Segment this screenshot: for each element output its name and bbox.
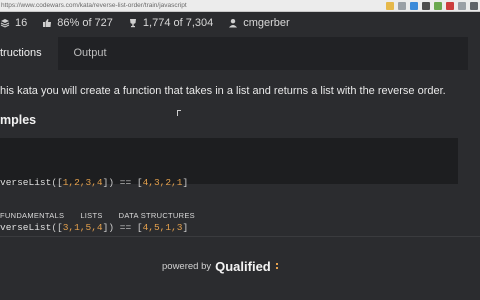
completed-count: 1,774 of 7,304	[142, 17, 214, 29]
satisfaction-rate: 86% of 727	[57, 17, 113, 29]
layers-icon	[0, 19, 10, 28]
url-text[interactable]: https://www.codewars.com/kata/reverse-li…	[1, 1, 201, 11]
input-list: 1,2,3,4	[62, 177, 103, 188]
kata-stats: 16 86% of 727 1,774 of 7,304 cmgerber	[0, 12, 480, 34]
code-line-1: verseList([1,2,3,4]) == [4,3,2,1]	[0, 177, 189, 188]
tag-fundamentals[interactable]: FUNDAMENTALS	[0, 210, 64, 222]
powered-by-footer[interactable]: powered by Qualified	[162, 257, 278, 275]
mouse-cursor-icon	[177, 110, 181, 116]
code-example-block: verseList([1,2,3,4]) == [4,3,2,1] verseL…	[0, 138, 458, 233]
tag-lists[interactable]: LISTS	[80, 210, 102, 222]
tab-instructions[interactable]: tructions	[0, 37, 58, 70]
extension-icon[interactable]	[458, 2, 466, 10]
author-name[interactable]: cmgerber	[243, 17, 289, 29]
extension-icons	[386, 2, 478, 10]
solutions-stat: 16	[0, 17, 27, 29]
output-list: 4,5,1,3	[142, 222, 183, 233]
menu-icon[interactable]	[470, 2, 478, 10]
author-stat[interactable]: cmgerber	[228, 17, 290, 29]
trophy-icon	[129, 19, 136, 28]
thumbs-up-icon	[43, 19, 52, 27]
browser-address-bar[interactable]: https://www.codewars.com/kata/reverse-li…	[0, 0, 480, 12]
completed-stat: 1,774 of 7,304	[128, 17, 213, 29]
input-list: 3,1,5,4	[62, 222, 103, 233]
powered-by-label: powered by	[162, 260, 212, 272]
divider	[0, 236, 480, 237]
tag-data-structures[interactable]: DATA STRUCTURES	[119, 210, 195, 222]
kata-description: his kata you will create a function that…	[0, 85, 446, 97]
extension-icon[interactable]	[434, 2, 442, 10]
qualified-logo[interactable]: Qualified	[215, 259, 271, 274]
examples-heading: mples	[0, 113, 37, 127]
solutions-count: 16	[15, 17, 28, 29]
kata-tabs: tructions Output	[0, 37, 468, 70]
function-name: verseList	[0, 222, 52, 233]
extension-icon[interactable]	[386, 2, 394, 10]
kata-tags: FUNDAMENTALS LISTS DATA STRUCTURES	[0, 210, 195, 222]
extension-icon[interactable]	[446, 2, 454, 10]
tab-output[interactable]: Output	[58, 37, 122, 70]
output-list: 4,3,2,1	[142, 177, 183, 188]
function-name: verseList	[0, 177, 52, 188]
code-line-2: verseList([3,1,5,4]) == [4,5,1,3]	[0, 222, 189, 233]
extension-icon[interactable]	[410, 2, 418, 10]
extension-icon[interactable]	[422, 2, 430, 10]
user-icon	[229, 19, 238, 28]
satisfaction-stat: 86% of 727	[42, 17, 113, 29]
qualified-logo-dots-icon	[275, 263, 278, 269]
extension-icon[interactable]	[398, 2, 406, 10]
